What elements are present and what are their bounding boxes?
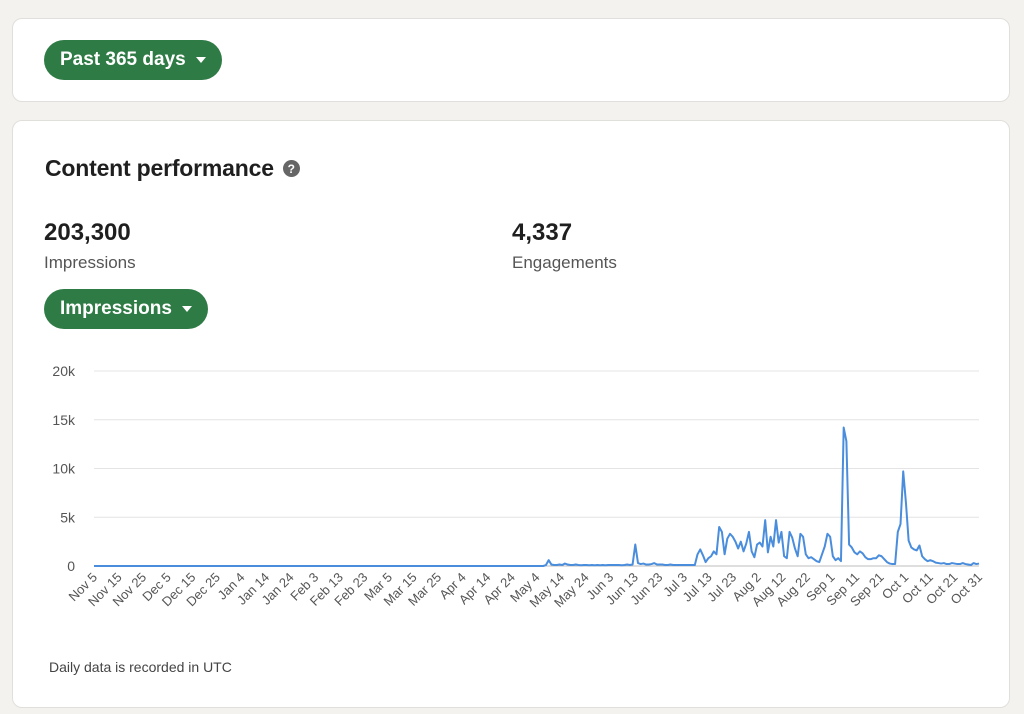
date-range-label: Past 365 days bbox=[60, 49, 186, 70]
y-tick-label: 20k bbox=[52, 363, 76, 379]
filter-card: Past 365 days bbox=[12, 18, 1010, 102]
y-tick-label: 5k bbox=[60, 509, 76, 525]
y-tick-label: 0 bbox=[67, 558, 75, 574]
chart-footnote: Daily data is recorded in UTC bbox=[49, 659, 232, 675]
content-performance-card: Content performance ? 203,300 Impression… bbox=[12, 120, 1010, 708]
y-tick-label: 10k bbox=[52, 461, 76, 477]
date-range-dropdown[interactable]: Past 365 days bbox=[44, 40, 222, 80]
caret-down-icon bbox=[195, 57, 206, 63]
y-tick-label: 15k bbox=[52, 412, 76, 428]
impressions-line-chart: 05k10k15k20kNov 5Nov 15Nov 25Dec 5Dec 15… bbox=[52, 363, 985, 610]
impressions-series-line bbox=[94, 426, 980, 567]
